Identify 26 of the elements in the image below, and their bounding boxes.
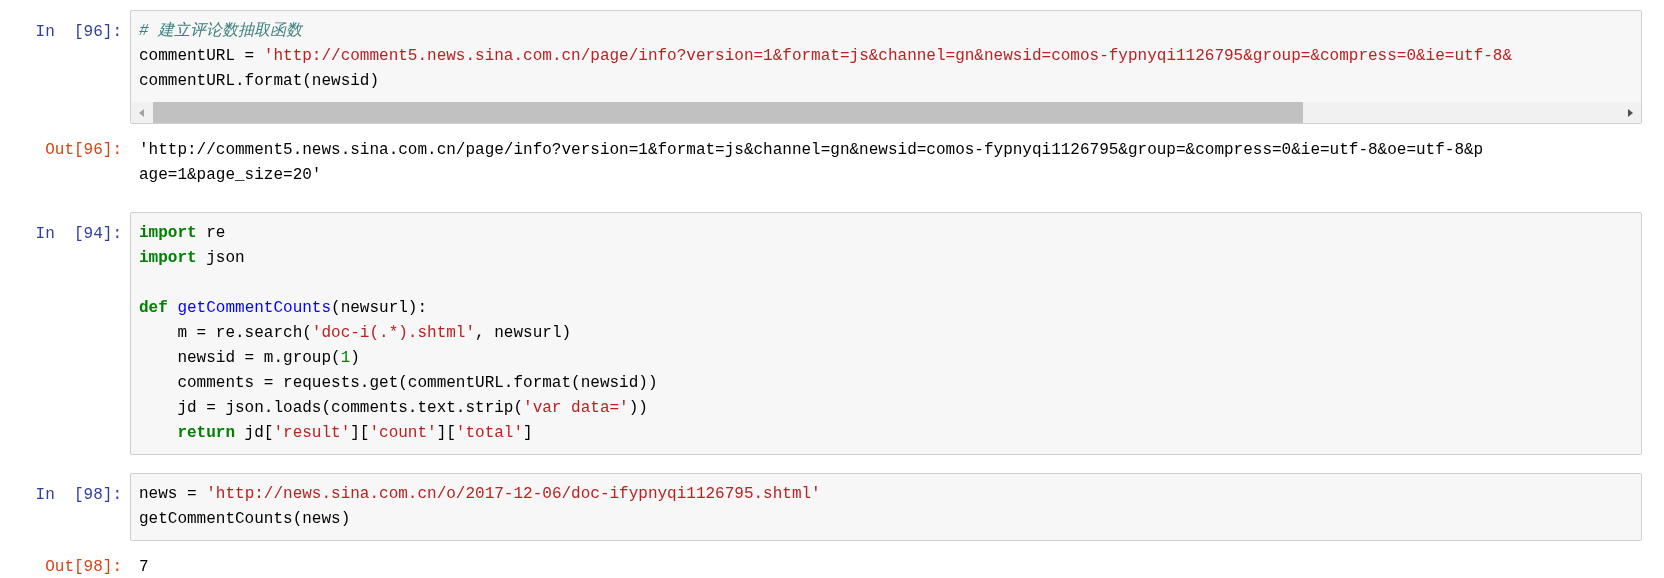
output-prompt: Out[98]: (45, 558, 122, 576)
code-line: getCommentCounts(news) (139, 509, 351, 530)
code-line: m = re.search('doc-i(.*).shtml', newsurl) (176, 323, 572, 344)
output-line: age=1&page_size=20' (139, 165, 322, 186)
output-prompt: Out[96]: (45, 141, 122, 159)
code-line: comments = requests.get(commentURL.format(newsid)) (176, 373, 658, 394)
code-cell[interactable]: news = 'http://news.sina.com.cn/o/2017-12-06/doc-ifypnyqi1126795.shtml' getCommentCounts(news) (130, 473, 1642, 541)
scrollbar-thumb[interactable] (153, 102, 1303, 123)
code-line: commentURL = 'http://comment5.news.sina.com.cn/page/info?version=1&format=js&channel=gn&newsid=comos-fypnyqi1126795&group=&compress=0&ie=utf-8& (139, 46, 1513, 67)
horizontal-scrollbar[interactable] (131, 102, 1641, 123)
code-line: return jd['result']['count']['total'] (176, 423, 533, 444)
output-line: 'http://comment5.news.sina.com.cn/page/info?version=1&format=js&channel=gn&newsid=comos-fypnyqi1126795&group=&compress=0&ie=utf-8&oe=utf-8&p (139, 140, 1484, 161)
code-line: def getCommentCounts(newsurl): (139, 298, 428, 319)
input-prompt: In [96]: (35, 23, 122, 41)
code-line: jd = json.loads(comments.text.strip('var data=')) (176, 398, 648, 419)
input-prompt: In [98]: (35, 486, 122, 504)
code-line: commentURL.format(newsid) (139, 71, 380, 92)
code-line: newsid = m.group(1) (176, 348, 360, 369)
input-prompt: In [94]: (35, 225, 122, 243)
code-line: # 建立评论数抽取函数 (139, 20, 303, 42)
code-cell[interactable]: # 建立评论数抽取函数 commentURL = 'http://comment5.news.sina.com.cn/page/info?version=1&format=js&channel=gn&newsid=comos-fypnyqi1126795&group=&compress=0&ie=utf-8& commentURL.format(newsid) (130, 10, 1642, 124)
code-line: news = 'http://news.sina.com.cn/o/2017-12-06/doc-ifypnyqi1126795.shtml' (139, 484, 821, 505)
code-line: import re (139, 223, 226, 244)
code-line: import json (139, 248, 245, 269)
output-line: 7 (139, 557, 149, 578)
code-cell[interactable] (130, 212, 1642, 455)
